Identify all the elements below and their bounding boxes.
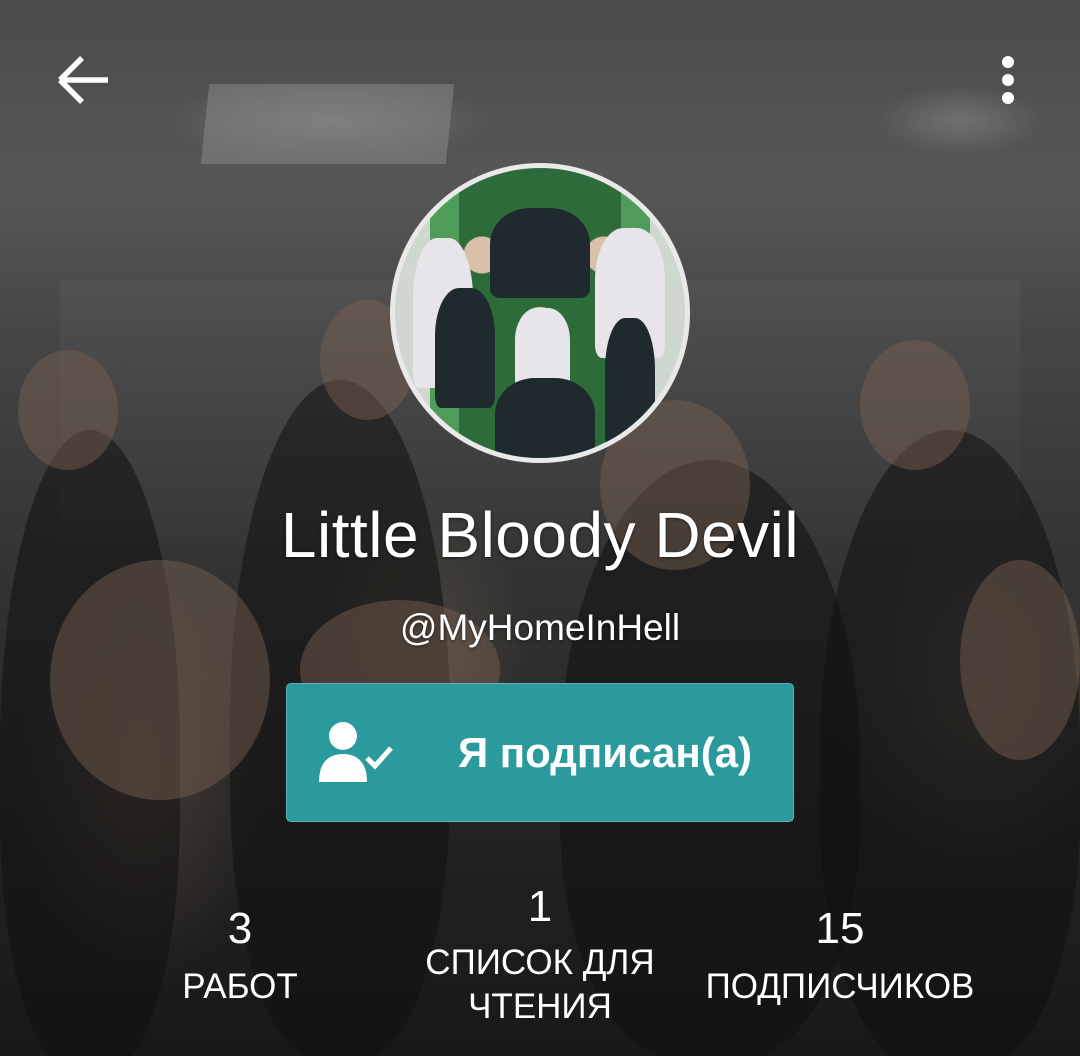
back-button[interactable] (46, 44, 122, 116)
stat-followers[interactable]: 15 ПОДПИСЧИКОВ (690, 905, 990, 1007)
reading-lists-count: 1 (527, 882, 553, 931)
following-button[interactable]: Я подписан(а) (286, 683, 794, 822)
works-label: РАБОТ (182, 967, 298, 1006)
followers-count: 15 (815, 904, 865, 953)
profile-username: @MyHomeInHell (399, 607, 681, 648)
followers-label: ПОДПИСЧИКОВ (705, 967, 975, 1006)
reading-lists-label-line1: СПИСОК ДЛЯ (425, 943, 655, 982)
stat-reading-lists[interactable]: 1 СПИСОК ДЛЯ ЧТЕНИЯ (400, 883, 680, 1029)
following-button-label: Я подписан(а) (457, 728, 753, 776)
user-check-icon (319, 722, 393, 782)
profile-avatar[interactable] (390, 163, 690, 463)
reading-lists-label: СПИСОК ДЛЯ ЧТЕНИЯ (400, 941, 680, 1029)
more-vertical-icon (1002, 56, 1014, 104)
more-options-button[interactable] (980, 44, 1036, 116)
arrow-back-icon (58, 56, 108, 104)
reading-lists-label-line2: ЧТЕНИЯ (468, 987, 612, 1026)
works-count: 3 (227, 904, 253, 953)
profile-display-name: Little Bloody Devil (280, 499, 800, 571)
stat-works[interactable]: 3 РАБОТ (140, 905, 340, 1007)
